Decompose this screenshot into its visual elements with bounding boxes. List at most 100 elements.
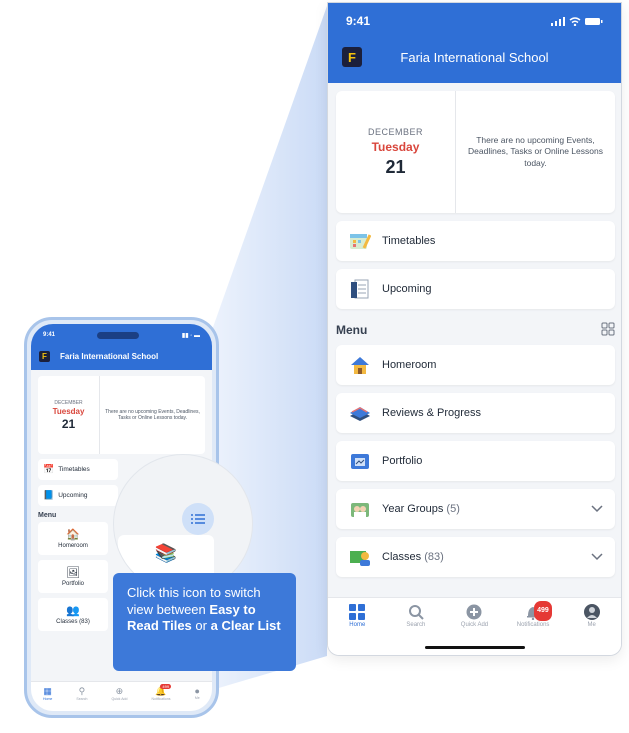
small-school-name: Faria International School <box>60 351 159 361</box>
status-bar: 9:41 <box>328 3 621 39</box>
tile-homeroom[interactable]: 🏠 Homeroom <box>38 522 108 555</box>
timetables-label: Timetables <box>382 235 436 247</box>
battery-icon <box>585 17 603 25</box>
home-icon <box>349 604 366 622</box>
tab-quick-add-label: Quick Add <box>460 622 489 628</box>
small-tab-notifications[interactable]: 🔔 499 Notifications <box>151 684 172 711</box>
homeroom-icon: 🏠 <box>66 529 80 541</box>
menu-title: Menu <box>336 323 368 337</box>
small-tab-me-label: Me <box>194 696 200 700</box>
tile-classes[interactable]: 👥 Classes (83) <box>38 598 108 631</box>
portfolio-icon <box>348 449 372 473</box>
bell-icon: 🔔 499 <box>155 684 172 696</box>
avatar-icon <box>583 604 600 622</box>
small-tab-quick-add-label: Quick Add <box>111 697 128 701</box>
timetables-row[interactable]: Timetables <box>336 221 615 261</box>
notification-badge: 499 <box>534 601 552 621</box>
tab-home-label: Home <box>349 622 366 628</box>
bell-icon: 499 <box>525 601 552 622</box>
small-tab-me[interactable]: ● Me <box>195 686 200 711</box>
menu-item-portfolio[interactable]: Portfolio <box>336 441 615 481</box>
menu-item-reviews[interactable]: Reviews & Progress <box>336 393 615 433</box>
menu-item-year-groups[interactable]: Year Groups (5) <box>336 489 615 529</box>
signal-icon <box>551 16 565 26</box>
grid-view-icon[interactable] <box>601 322 615 339</box>
small-title-bar: F Faria International School <box>31 346 212 366</box>
school-name: Faria International School <box>400 49 549 65</box>
year-groups-count: (5) <box>446 503 460 515</box>
school-logo[interactable]: F <box>342 47 362 67</box>
small-school-logo[interactable]: F <box>39 350 50 362</box>
tile-portfolio-label: Portfolio <box>61 581 84 587</box>
tab-me[interactable]: Me <box>567 604 617 655</box>
small-upcoming-row[interactable]: 📘 Upcoming <box>38 485 118 506</box>
portfolio-icon: 🖼 <box>66 567 80 579</box>
small-upcoming-label: Upcoming <box>58 492 88 499</box>
tile-classes-label: Classes (83) <box>56 619 90 625</box>
date-card[interactable]: DECEMBER Tuesday 21 There are no upcomin… <box>336 91 615 213</box>
home-indicator <box>424 646 525 649</box>
callout-list: a Clear List <box>210 618 281 634</box>
tab-search-label: Search <box>406 622 426 628</box>
date-month: DECEMBER <box>367 126 423 137</box>
menu-item-homeroom[interactable]: Homeroom <box>336 345 615 385</box>
small-tab-home-label: Home <box>43 697 53 701</box>
homeroom-label: Homeroom <box>382 359 437 371</box>
small-status-time: 9:41 <box>43 332 56 338</box>
small-tab-home[interactable]: ▦ Home <box>43 686 52 711</box>
date-column: DECEMBER Tuesday 21 <box>336 91 456 213</box>
avatar-icon: ● <box>194 686 200 696</box>
small-status-icons: ▮▮ ◦ ▬ <box>181 332 200 339</box>
large-phone-screen: 9:41 F Faria International School DECEMB… <box>327 2 622 656</box>
date-day: 21 <box>385 156 406 177</box>
no-events-message: There are no upcoming Events, Deadlines,… <box>468 135 603 168</box>
list-view-toggle-icon[interactable] <box>182 503 214 535</box>
small-tab-quick-add[interactable]: ⊕ Quick Add <box>111 686 127 711</box>
status-time: 9:41 <box>346 14 371 28</box>
small-status-bar: 9:41 ▮▮ ◦ ▬ <box>31 324 212 346</box>
small-date-card[interactable]: DECEMBER Tuesday 21 There are no upcomin… <box>38 376 205 454</box>
tab-notifications-label: Notifications <box>516 622 550 628</box>
small-tab-search-label: Search <box>76 697 88 701</box>
quick-add-icon <box>466 604 482 622</box>
small-timetables-row[interactable]: 📅 Timetables <box>38 459 118 480</box>
quick-add-icon: ⊕ <box>115 686 124 696</box>
small-tab-notifications-label: Notifications <box>151 697 171 701</box>
upcoming-row[interactable]: Upcoming <box>336 269 615 309</box>
upcoming-label: Upcoming <box>382 283 432 295</box>
small-date-column: DECEMBER Tuesday 21 <box>38 376 100 454</box>
classes-count: (83) <box>424 551 444 563</box>
home-icon: ▦ <box>43 686 52 696</box>
timetable-icon <box>348 229 372 253</box>
year-groups-icon <box>348 497 372 521</box>
tip-callout: Click this icon to switch view between E… <box>113 573 296 671</box>
stage: 9:41 F Faria International School DECEMB… <box>0 0 629 733</box>
main-content: DECEMBER Tuesday 21 There are no upcomin… <box>328 83 621 598</box>
notch <box>97 331 140 339</box>
timetable-icon: 📅 <box>43 464 55 474</box>
title-bar: F Faria International School <box>328 39 621 75</box>
small-header: 9:41 ▮▮ ◦ ▬ F Faria International School <box>31 324 212 370</box>
small-notification-badge: 499 <box>160 684 172 689</box>
reviews-icon <box>348 401 372 425</box>
tile-portfolio[interactable]: 🖼 Portfolio <box>38 560 108 593</box>
tab-home[interactable]: Home <box>332 604 382 655</box>
small-date-weekday: Tuesday <box>52 406 85 416</box>
search-icon <box>408 604 424 622</box>
wifi-icon <box>569 16 581 26</box>
chevron-down-icon[interactable] <box>591 550 603 564</box>
small-tab-bar: ▦ Home ⚲ Search ⊕ Quick Add 🔔 499 Notificatio… <box>31 681 212 711</box>
classes-text: Classes <box>382 551 422 563</box>
chevron-down-icon[interactable] <box>591 502 603 516</box>
small-tab-search[interactable]: ⚲ Search <box>76 686 87 711</box>
small-date-month: DECEMBER <box>54 399 83 406</box>
tab-me-label: Me <box>587 622 596 628</box>
menu-item-classes[interactable]: Classes (83) <box>336 537 615 577</box>
classes-label: Classes (83) <box>382 551 591 563</box>
reviews-label: Reviews & Progress <box>382 407 482 419</box>
app-header: 9:41 F Faria International School <box>328 3 621 83</box>
classes-icon: 👥 <box>66 605 80 617</box>
year-groups-label: Year Groups (5) <box>382 503 591 515</box>
upcoming-icon: 📘 <box>43 490 55 500</box>
small-date-day: 21 <box>61 416 76 431</box>
